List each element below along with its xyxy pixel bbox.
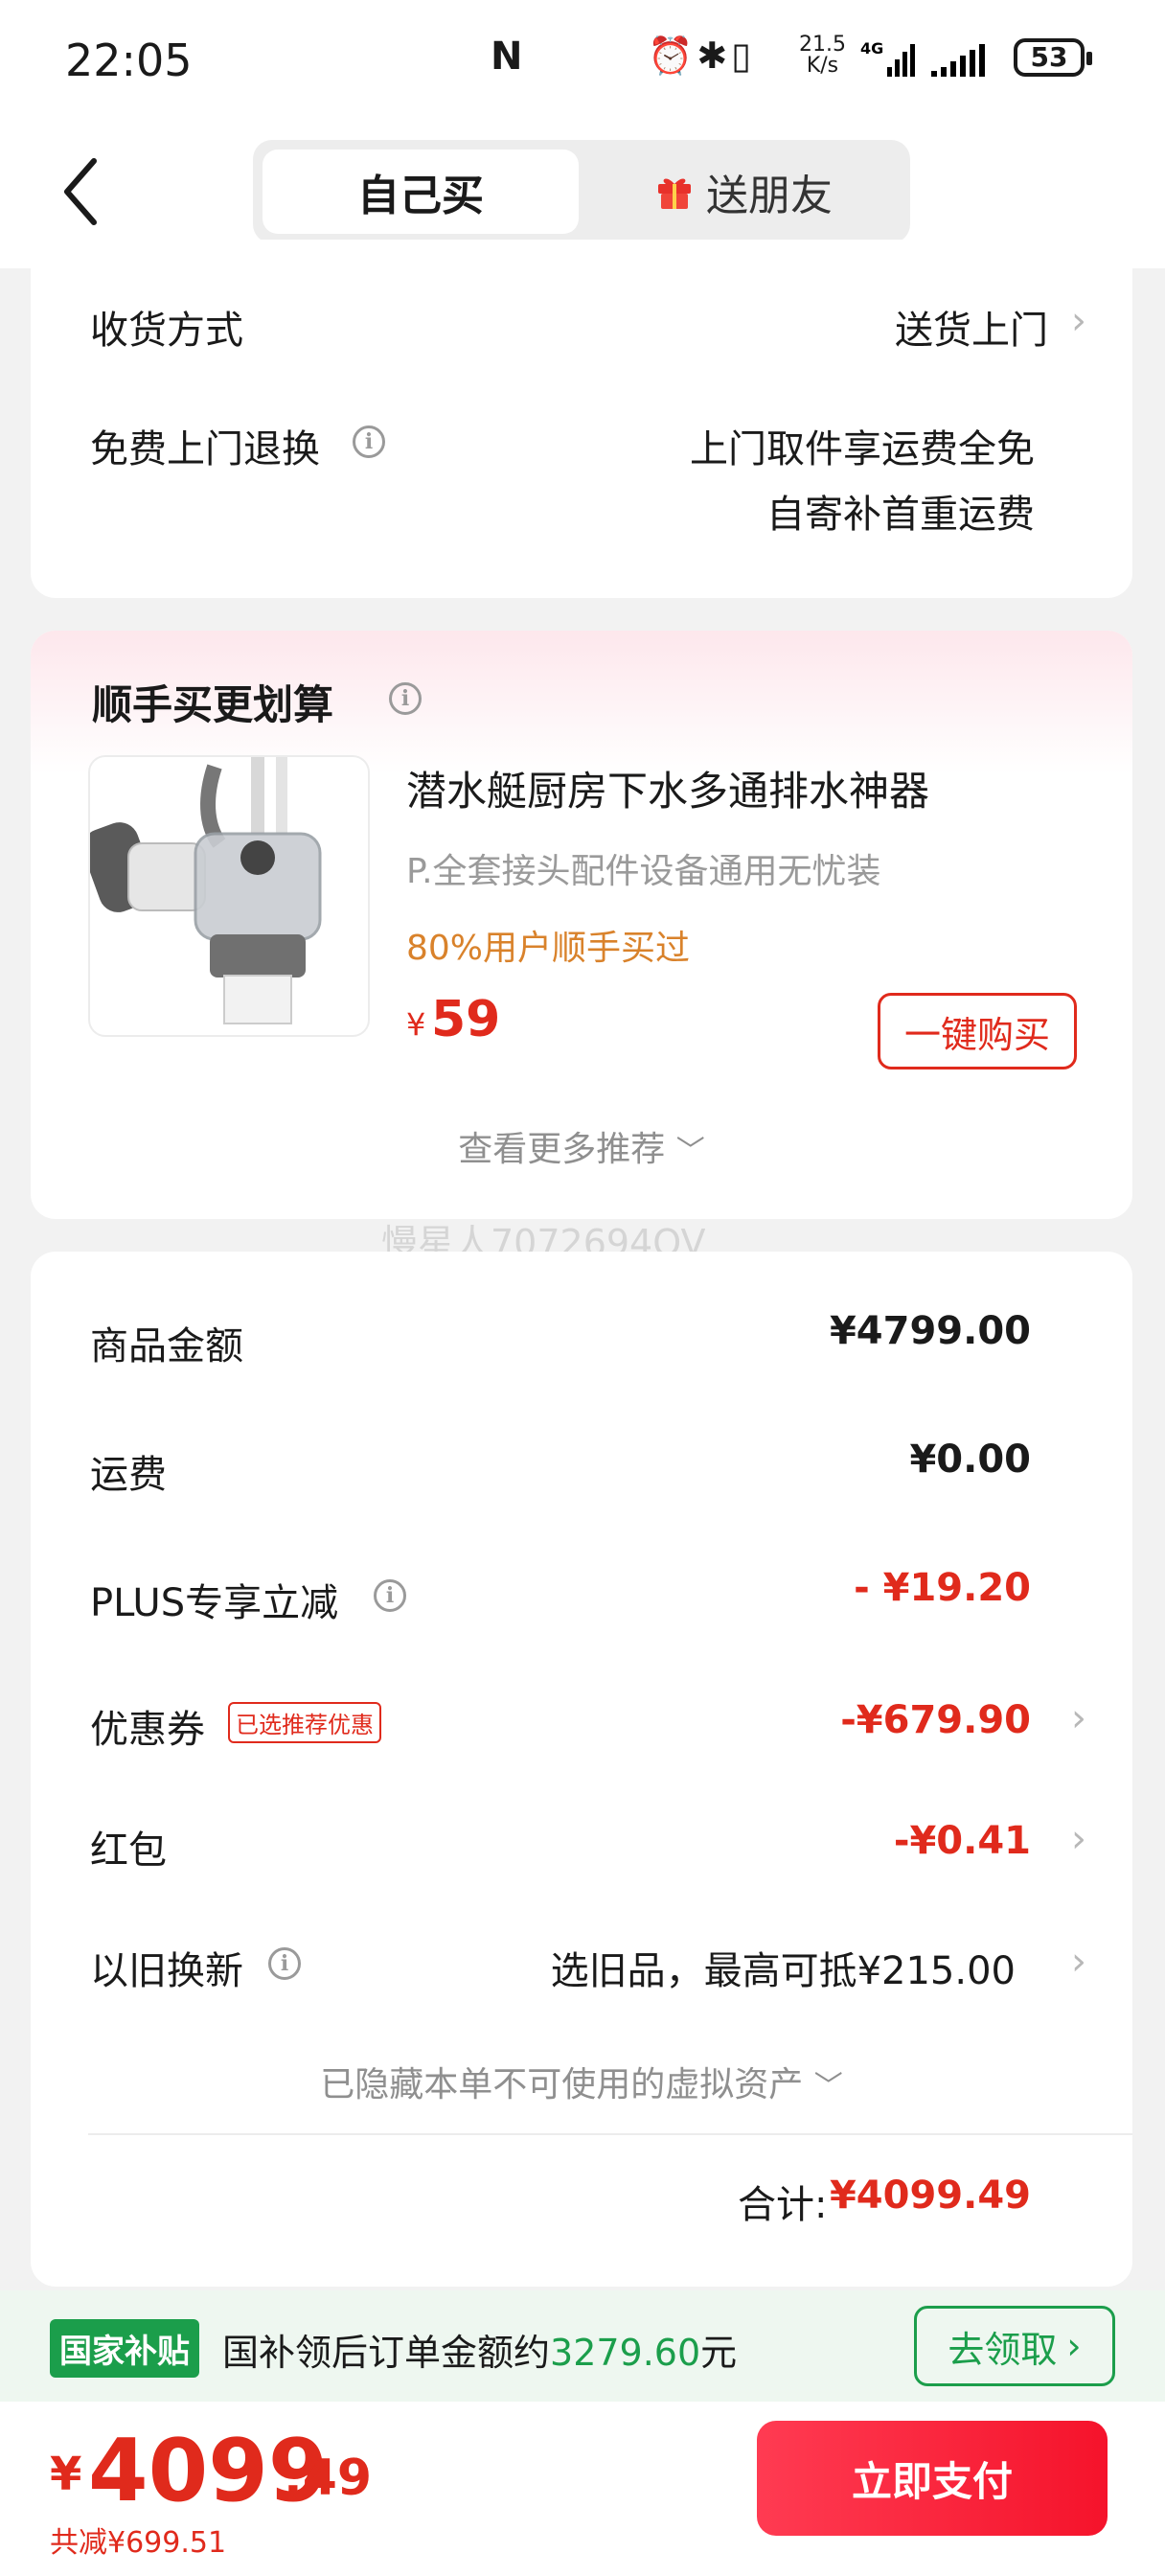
footer-price-dec: .49 <box>284 2450 373 2507</box>
info-icon[interactable]: i <box>389 682 422 715</box>
chevron-down-icon: ﹀ <box>813 2070 843 2104</box>
delivery-method-label: 收货方式 <box>90 309 243 353</box>
network-speed: 21.5 K/s <box>799 33 846 78</box>
checkout-footer: ¥ 4099 .49 共减¥699.51 立即支付 <box>0 2402 1165 2576</box>
summary-redpacket-value: -¥0.41 <box>893 1819 1031 1863</box>
tab-buy-for-self[interactable]: 自己买 <box>263 150 579 234</box>
back-icon[interactable] <box>57 153 103 230</box>
summary-plus-label: PLUS专享立减 <box>90 1581 339 1625</box>
addon-card: 顺手买更划算 i 潜水艇厨房下水多通排水神器 P.全套接头配件设备通用无忧装 8… <box>31 631 1132 1219</box>
chevron-right-icon: › <box>1071 1817 1086 1861</box>
claim-subsidy-label: 去领取 <box>948 2328 1058 2371</box>
view-more-label: 查看更多推荐 <box>458 1130 666 1169</box>
info-icon[interactable]: i <box>268 1947 301 1980</box>
signal-icon <box>929 38 998 88</box>
chevron-right-icon: › <box>1071 1696 1086 1740</box>
signal-4g-icon: 4G <box>860 38 918 88</box>
addon-price: 59 <box>431 991 501 1048</box>
free-return-line1: 上门取件享运费全免 <box>690 427 1035 472</box>
tab-gift-label: 送朋友 <box>706 172 833 220</box>
summary-goods-label: 商品金额 <box>90 1324 243 1368</box>
view-more-recommendations[interactable]: 查看更多推荐 ﹀ <box>31 1121 1132 1171</box>
summary-tradein-label: 以旧换新 <box>90 1949 243 1993</box>
chevron-down-icon: ﹀ <box>675 1135 705 1168</box>
free-return-label: 免费上门退换 <box>90 427 320 472</box>
order-summary-card: 商品金额 ¥4799.00 运费 ¥0.00 PLUS专享立减 i - ¥19.… <box>31 1252 1132 2287</box>
svg-text:4G: 4G <box>860 39 883 58</box>
status-time: 22:05 <box>65 34 193 86</box>
summary-tradein-value: 选旧品，最高可抵¥215.00 <box>550 1949 1016 1993</box>
gift-icon <box>658 178 691 209</box>
nfc-icon: N <box>491 34 523 79</box>
one-click-buy-button[interactable]: 一键购买 <box>878 993 1077 1070</box>
footer-saved: 共减¥699.51 <box>50 2526 227 2560</box>
battery-indicator: 53 <box>1014 38 1092 77</box>
alarm-bluetooth-vibrate-icons: ⏰✱▯ <box>648 34 756 77</box>
chevron-right-icon: › <box>1071 1940 1086 1984</box>
summary-shipping-value: ¥0.00 <box>909 1438 1031 1482</box>
claim-subsidy-button[interactable]: 去领取 › <box>914 2306 1115 2386</box>
summary-plus-value: - ¥19.20 <box>854 1566 1031 1610</box>
summary-redpacket-label: 红包 <box>90 1828 167 1873</box>
status-bar: 22:05 N ⏰✱▯ 21.5 K/s 4G 53 <box>0 0 1165 115</box>
tab-gift-to-friend[interactable]: 送朋友 <box>588 150 901 234</box>
free-return-line2: 自寄补首重运费 <box>766 493 1035 537</box>
total-label: 合计: <box>738 2183 828 2227</box>
hidden-assets-label: 已隐藏本单不可使用的虚拟资产 <box>320 2065 804 2104</box>
pay-now-button[interactable]: 立即支付 <box>757 2421 1108 2536</box>
subsidy-text: 国补领后订单金额约3279.60元 <box>222 2332 738 2374</box>
total-value: ¥4099.49 <box>829 2174 1031 2218</box>
addon-product-desc: P.全套接头配件设备通用无忧装 <box>406 852 881 891</box>
summary-shipping-label: 运费 <box>90 1453 167 1497</box>
subsidy-bar: 国家补贴 国补领后订单金额约3279.60元 去领取 › <box>0 2290 1165 2402</box>
chevron-right-icon: › <box>1071 299 1086 343</box>
delivery-card: 收货方式 送货上门 › 免费上门退换 i 上门取件享运费全免 自寄补首重运费 <box>31 240 1132 598</box>
subsidy-badge: 国家补贴 <box>50 2319 199 2378</box>
hidden-assets-toggle[interactable]: 已隐藏本单不可使用的虚拟资产 ﹀ <box>31 2057 1132 2106</box>
coupon-recommended-badge: 已选推荐优惠 <box>228 1702 381 1743</box>
addon-price-currency: ¥ <box>406 1006 426 1043</box>
summary-coupon-value: -¥679.90 <box>840 1698 1031 1742</box>
footer-currency: ¥ <box>50 2448 82 2501</box>
summary-coupon-label: 优惠券 <box>90 1708 205 1752</box>
addon-product-tag: 80%用户顺手买过 <box>406 929 691 968</box>
info-icon[interactable]: i <box>353 426 385 458</box>
delivery-method-value: 送货上门 <box>895 309 1048 353</box>
info-icon[interactable]: i <box>374 1579 406 1612</box>
divider <box>88 2133 1132 2135</box>
purchase-mode-switch: 自己买 送朋友 <box>253 140 910 243</box>
summary-goods-value: ¥4799.00 <box>829 1309 1031 1353</box>
chevron-right-icon: › <box>1066 2325 1082 2367</box>
addon-product-name[interactable]: 潜水艇厨房下水多通排水神器 <box>406 759 929 817</box>
addon-product-image[interactable] <box>88 755 370 1037</box>
addon-title: 顺手买更划算 <box>92 681 334 728</box>
